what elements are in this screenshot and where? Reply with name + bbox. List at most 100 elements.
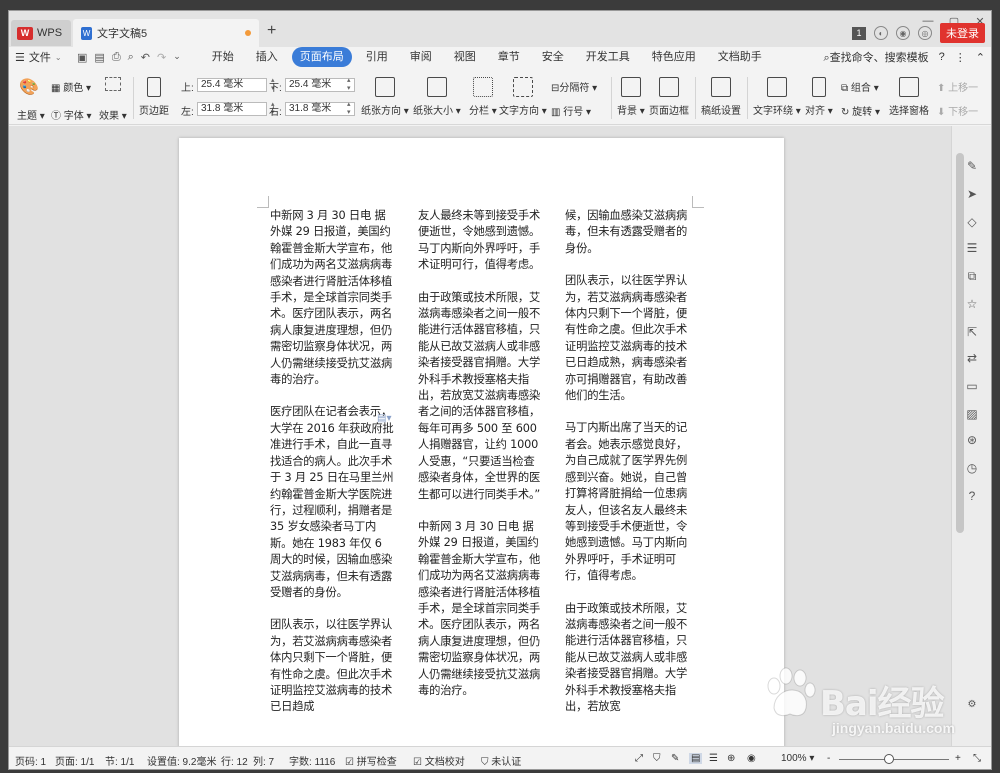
line-number-button[interactable]: ▥ 行号 ▾ xyxy=(551,103,591,118)
export-pdf-icon[interactable]: ▤ xyxy=(94,51,104,64)
skin-icon[interactable]: ◐ xyxy=(874,26,888,40)
columns-button[interactable]: 分栏 ▾ xyxy=(469,77,497,117)
zoom-level[interactable]: 100% ▾ xyxy=(781,753,814,764)
login-button[interactable]: 未登录 xyxy=(940,23,985,43)
theme-button[interactable]: 主题 ▾ xyxy=(17,107,45,122)
selection-pane-button[interactable]: 选择窗格 xyxy=(889,77,929,117)
settings-icon[interactable]: ◎ xyxy=(918,26,932,40)
rotate-button[interactable]: ↻ 旋转 ▾ xyxy=(841,103,880,118)
window-count-badge[interactable]: 1 xyxy=(852,26,866,40)
web-view-icon[interactable]: ⊕ xyxy=(727,753,735,764)
orientation-button[interactable]: 纸张方向 ▾ xyxy=(361,77,409,117)
grid-paper-button[interactable]: 稿纸设置 xyxy=(701,77,741,117)
right-margin-input[interactable]: 31.8 毫米 xyxy=(285,102,355,116)
print-preview-icon[interactable]: ⌕ xyxy=(128,51,134,64)
shapes-icon[interactable]: ◇ xyxy=(964,214,980,230)
effect-icon[interactable] xyxy=(105,77,121,91)
save-icon[interactable]: ▣ xyxy=(77,51,87,64)
document-tab[interactable]: W 文字文稿5 xyxy=(73,19,259,47)
feedback-icon[interactable]: ◉ xyxy=(896,26,910,40)
bring-forward-button[interactable]: ⬆ 上移一 xyxy=(937,79,978,94)
fullscreen-icon[interactable]: ⤢ xyxy=(635,753,643,764)
align-button[interactable]: 对齐 ▾ xyxy=(805,77,833,117)
paragraph-layout-icon[interactable]: ▤▾ xyxy=(377,413,391,424)
customize-icon[interactable]: ⌄ xyxy=(173,51,181,64)
font-button[interactable]: Ⓣ 字体 ▾ xyxy=(51,107,92,122)
page-border-button[interactable]: 页面边框 xyxy=(649,77,689,117)
wps-logo-icon: W xyxy=(17,26,33,40)
tab-review[interactable]: 审阅 xyxy=(399,47,443,67)
text-column-3[interactable]: 候，因输血感染艾滋病病毒，但未有透露受赠者的身份。 团队表示，以往医学界认为，若… xyxy=(565,208,691,715)
print-icon[interactable]: ⎙ xyxy=(112,51,121,64)
cert-status[interactable]: ⛉ 未认证 xyxy=(481,753,521,768)
text-direction-button[interactable]: 文字方向 ▾ xyxy=(499,77,547,117)
paragraph: 由于政策或技术所限，艾滋病毒感染者之间一般不能进行活体器官移植，只能从已故艾滋病… xyxy=(418,290,541,501)
undo-icon[interactable]: ↶ xyxy=(141,51,150,64)
text-column-1[interactable]: 中新网 3 月 30 日电 据外媒 29 日报道，美国约翰霍普金斯大学宣布，他们… xyxy=(270,208,396,716)
help-circle-icon[interactable]: ? xyxy=(964,488,980,504)
right-margin-stepper[interactable]: ▴ ▾ xyxy=(347,100,351,116)
fit-window-icon[interactable]: ⤡ xyxy=(973,753,981,764)
doc-proof-button[interactable]: ☑ 文档校对 xyxy=(413,753,465,768)
theme-icon[interactable]: 🎨 xyxy=(19,77,39,97)
copy-icon[interactable]: ⧉ xyxy=(964,268,980,284)
more-button[interactable]: ⋮ xyxy=(955,51,966,64)
pen-mode-icon[interactable]: ✎ xyxy=(671,753,679,764)
document-page[interactable]: 中新网 3 月 30 日电 据外媒 29 日报道，美国约翰霍普金斯大学宣布，他们… xyxy=(179,138,784,746)
tab-developer[interactable]: 开发工具 xyxy=(575,47,641,67)
tab-features[interactable]: 特色应用 xyxy=(641,47,707,67)
new-tab-button[interactable]: + xyxy=(267,22,276,40)
zoom-slider-handle[interactable] xyxy=(884,754,894,764)
tab-insert[interactable]: 插入 xyxy=(245,47,289,67)
tab-doc-assistant[interactable]: 文档助手 xyxy=(707,47,773,67)
collapse-ribbon-icon[interactable]: ⌃ xyxy=(976,51,985,64)
send-backward-button[interactable]: ⬇ 下移一 xyxy=(937,103,978,118)
bottom-margin-stepper[interactable]: ▴ ▾ xyxy=(347,76,351,92)
paper-size-button[interactable]: 纸张大小 ▾ xyxy=(413,77,461,117)
tab-references[interactable]: 引用 xyxy=(355,47,399,67)
wps-home-tab[interactable]: W WPS xyxy=(11,20,71,46)
top-margin-input[interactable]: 25.4 毫米 xyxy=(197,78,267,92)
vertical-scrollbar[interactable] xyxy=(956,153,964,533)
tab-start[interactable]: 开始 xyxy=(201,47,245,67)
command-search[interactable]: ⌕查找命令、搜索模板 xyxy=(823,49,928,65)
backup-icon[interactable]: ⊛ xyxy=(964,432,980,448)
text-column-2[interactable]: 友人最终未等到接受手术便逝世，令她感到遗憾。马丁内斯向外界呼吁，手术证明可行，值… xyxy=(418,208,544,699)
share-icon[interactable]: ⇱ xyxy=(964,324,980,340)
pen-icon[interactable]: ✎ xyxy=(964,158,980,174)
spell-check-button[interactable]: ☑ 拼写检查 xyxy=(345,753,397,768)
image-icon[interactable]: ▨ xyxy=(964,406,980,422)
left-margin-input[interactable]: 31.8 毫米 xyxy=(197,102,267,116)
margin-button[interactable]: 页边距 xyxy=(139,77,169,117)
menu-bar: ☰ 文件 ⌄ ▣ ▤ ⎙ ⌕ ↶ ↷ ⌄ 开始 插入 页面布局 引用 审阅 视图… xyxy=(9,47,991,67)
zoom-in-button[interactable]: + xyxy=(955,753,961,764)
select-icon[interactable]: ➤ xyxy=(964,186,980,202)
status-page-number[interactable]: 页码: 1 xyxy=(15,753,46,768)
text-wrap-button[interactable]: 文字环绕 ▾ xyxy=(753,77,801,117)
adjust-icon[interactable]: ☰ xyxy=(964,240,980,256)
eye-protect-icon[interactable]: ◉ xyxy=(747,753,756,764)
background-button[interactable]: 背景 ▾ xyxy=(617,77,645,117)
protect-icon[interactable]: ⛉ xyxy=(653,753,661,764)
star-icon[interactable]: ☆ xyxy=(964,296,980,312)
zoom-out-button[interactable]: - xyxy=(827,753,830,764)
bottom-margin-input[interactable]: 25.4 毫米 xyxy=(285,78,355,92)
group-button[interactable]: ⧉ 组合 ▾ xyxy=(841,79,879,94)
tab-security[interactable]: 安全 xyxy=(531,47,575,67)
history-icon[interactable]: ◷ xyxy=(964,460,980,476)
library-icon[interactable]: ▭ xyxy=(964,378,980,394)
page-view-icon[interactable]: ▤ xyxy=(689,753,703,764)
outline-view-icon[interactable]: ☰ xyxy=(709,753,718,764)
status-word-count[interactable]: 字数: 1116 xyxy=(289,753,335,768)
break-button[interactable]: ⊟分隔符 ▾ xyxy=(551,79,597,94)
file-menu-button[interactable]: ☰ 文件 ⌄ xyxy=(9,49,73,65)
color-button[interactable]: ▦ 颜色 ▾ xyxy=(51,79,91,94)
redo-icon[interactable]: ↷ xyxy=(157,51,166,64)
tab-page-layout[interactable]: 页面布局 xyxy=(291,47,352,67)
tab-view[interactable]: 视图 xyxy=(443,47,487,67)
help-button[interactable]: ? xyxy=(939,51,945,63)
zoom-slider[interactable] xyxy=(839,759,949,760)
tab-chapter[interactable]: 章节 xyxy=(487,47,531,67)
translate-icon[interactable]: ⇄ xyxy=(964,350,980,366)
effect-button[interactable]: 效果 ▾ xyxy=(99,107,127,122)
